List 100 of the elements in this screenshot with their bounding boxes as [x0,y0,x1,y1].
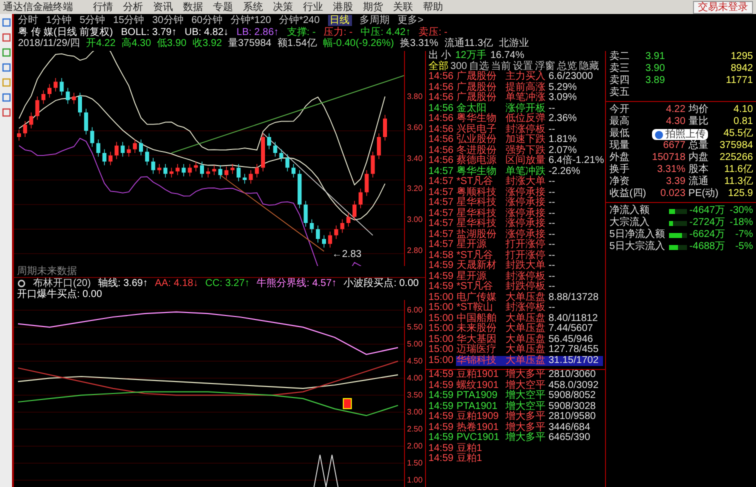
alert-time: 14:57 [428,219,454,230]
alert-row[interactable]: 14:59 豆粕1 [426,454,606,464]
alert-name: *ST凡谷 [456,282,494,292]
alert-row[interactable]: 14:57 星开源 打开涨停 -- [426,240,606,250]
alert-tab[interactable]: 当前 [491,62,512,72]
alert-row[interactable]: 14:57 盐湖股份 涨停承接 -- [426,230,606,240]
ask-volume: 8942 [730,63,753,75]
alert-value: 5908/8052 [548,391,596,402]
alert-row[interactable]: 14:59 PTA1901 增大空平 5908/3028 [426,402,606,412]
alert-filter[interactable]: 出 小 [428,51,452,62]
alert-row[interactable]: 14:59 豆粕1901 增大多平 2810/3060 [426,370,606,380]
period-tab[interactable]: 多周期 [360,15,390,26]
alert-row[interactable]: 14:57 粤顺科技 涨停承接 -- [426,188,606,198]
menu-item[interactable]: 系统 [243,2,263,12]
period-tab[interactable]: 60分钟 [191,15,222,26]
menu-item[interactable]: 专题 [213,2,233,12]
alert-value: -- [548,198,556,208]
period-tab[interactable]: 1分钟 [46,15,72,26]
axis-label: 4.50 [407,356,423,366]
alert-time: 14:59 [428,370,454,380]
menu-item[interactable]: 资讯 [153,2,173,12]
indicator-value: 小波段买点: 0.00 [344,278,419,289]
period-tab[interactable]: 15分钟 [113,15,144,26]
period-tab[interactable]: 30分钟 [152,15,184,26]
alert-row[interactable]: 15:00 中国船舶 大单压盘 8.40/11812 [426,314,606,324]
alert-row[interactable]: 14:59 天晟新材 封跌大单 -- [426,261,606,272]
flow-share: -5% [734,241,753,253]
period-tab[interactable]: 分钟*240 [279,15,320,26]
menu-item[interactable]: 决策 [273,2,293,12]
alert-tab[interactable]: 总览 [557,62,578,72]
stat-value: 6677 [662,140,686,152]
alert-name: 星开源 [456,240,488,250]
alert-tab[interactable]: 隐藏 [579,62,600,72]
alert-tab[interactable]: 全部 [428,62,448,72]
alert-row[interactable]: 14:59 豆粕1 [426,444,606,454]
alert-tab[interactable]: 自选 [469,62,490,72]
alert-row[interactable]: 14:59 豆粕1909 增大多平 2810/9580 [426,412,606,422]
alert-event: 封涨大单 [505,177,546,187]
alert-row[interactable]: 14:59 *ST凡谷 封跌停板 -- [426,282,606,292]
alert-value: 8.88/13728 [548,292,599,303]
alert-row[interactable]: 14:56 冬进股份 强势下跌 2.07% [426,146,606,156]
alert-row[interactable]: 14:59 PTA1909 增大空平 5908/8052 [426,391,606,402]
alert-time: 14:57 [428,177,454,188]
alert-event: 大单压盘 [505,292,546,302]
alert-tab[interactable]: 浮窗 [535,62,556,72]
stat-label: 总量 [688,140,708,152]
alert-row[interactable]: 15:00 华大基因 大单压盘 56.45/946 [426,334,606,345]
alert-row[interactable]: 14:59 星开源 封涨停板 -- [426,272,606,282]
period-tab[interactable]: 5分钟 [80,15,106,26]
menu-item[interactable]: 港股 [333,2,353,12]
alert-row[interactable]: 15:00 电广传媒 大单压盘 8.88/13728 [426,292,606,303]
alert-row[interactable]: 15:00 迈瑞医疗 大单压盘 127.78/455 [426,345,606,356]
indicator-value: 压力: - [324,27,353,38]
alert-row[interactable]: 14:56 蔡德电源 区间放量 6.4倍-1.21% [426,156,606,166]
alert-tab[interactable]: 300 [450,62,468,72]
alert-value: 2810/9580 [548,412,596,422]
alert-row[interactable]: 14:56 弘业股份 加速下跌 1.81% [426,135,606,146]
upload-icon [655,130,664,138]
alert-name: 星华科技 [456,198,498,208]
gear-icon[interactable] [17,278,26,289]
menu-item[interactable]: 分析 [123,2,143,12]
trade-status[interactable]: 交易未登录 [693,0,753,14]
menu-item[interactable]: 帮助 [423,2,443,12]
alert-tab[interactable]: 设置 [513,62,534,72]
alert-row[interactable]: 14:59 PVC1901 增大多平 6465/390 [426,433,606,444]
alert-row[interactable]: 14:56 广晟股份 提前高涨 5.29% [426,82,606,93]
alert-row[interactable]: 14:56 粤华生物 低位反弹 2.36% [426,114,606,124]
flow-share: -7% [734,229,753,241]
period-tab[interactable]: 分钟*120 [230,15,272,26]
alert-value: 6465/390 [548,433,590,444]
alert-value: -- [548,282,556,292]
menu-item[interactable]: 关联 [393,2,413,12]
alert-value: -2.26% [548,166,580,177]
alert-row[interactable]: 14:56 广晟股份 主力买入 6.6/23000 [426,72,606,82]
stat-label: 外盘 [609,152,630,164]
alert-row[interactable]: 15:00 未来股份 大单压盘 7.44/5607 [426,324,606,334]
menu-item[interactable]: 行业 [303,2,323,12]
photo-upload-popup[interactable]: 拍照上传 [652,129,708,140]
period-tab[interactable]: 分时 [18,15,38,26]
alert-row[interactable]: 14:56 金太阳 涨停开板 -- [426,104,606,114]
menu-item[interactable]: 期货 [363,2,383,12]
alert-row[interactable]: 14:59 热卷1901 增大多平 3446/684 [426,422,606,433]
menu-item[interactable]: 行情 [93,2,113,12]
alert-row[interactable]: 14:57 粤华生物 单笔冲跌 -2.26% [426,166,606,177]
alert-value: 2810/3060 [548,370,596,380]
indicator-value: 支撑: - [286,27,316,38]
alert-row[interactable]: 14:58 *ST凡谷 打开涨停 -- [426,250,606,261]
alert-row[interactable]: 14:57 *ST凡谷 封涨大单 -- [426,177,606,188]
alert-row[interactable]: 15:00 *ST鞍山 封涨停板 -- [426,303,606,314]
alert-row[interactable]: 14:57 星华科技 涨停承接 -- [426,219,606,230]
alert-row[interactable]: 14:56 兴民电子 封涨停板 -- [426,124,606,135]
period-tab[interactable]: 更多> [398,15,424,26]
alert-name: 天晟新材 [456,261,498,271]
period-tab[interactable]: 日线 [328,15,352,26]
alert-row[interactable]: 14:57 星华科技 涨停承接 -- [426,208,606,219]
alert-row[interactable]: 14:56 广晟股份 单笔冲涨 3.09% [426,93,606,104]
alert-event: 强势下跌 [505,146,546,156]
alert-row[interactable]: 14:57 星华科技 涨停承接 -- [426,198,606,208]
alert-row[interactable]: 14:59 螺纹1901 增大空平 458.0/3092 [426,380,606,391]
menu-item[interactable]: 数据 [183,2,203,12]
